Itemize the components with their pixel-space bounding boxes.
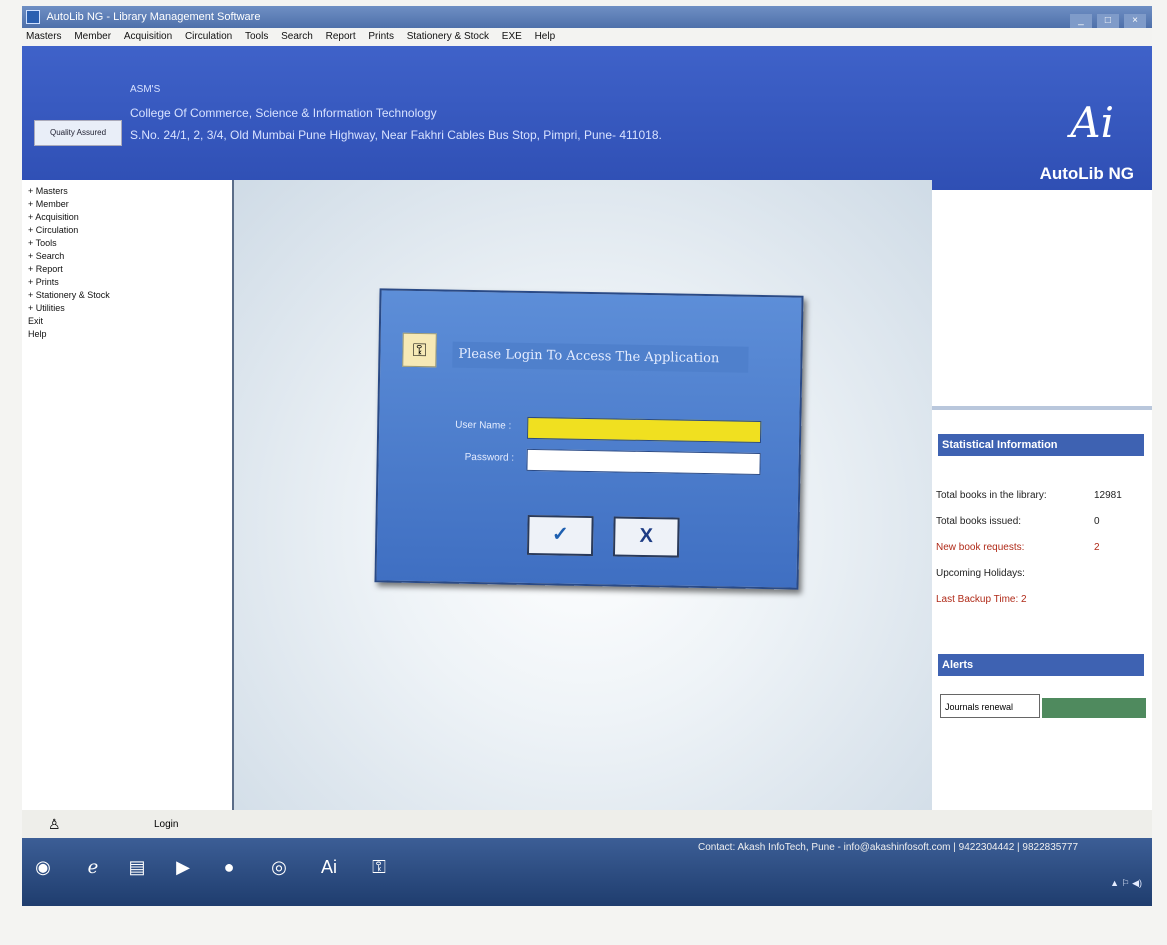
- key-icon: ⚿: [402, 332, 437, 368]
- tree-item-prints[interactable]: + Prints: [28, 277, 232, 290]
- menu-masters[interactable]: Masters: [26, 31, 62, 42]
- stat-holidays: Upcoming Holidays:: [936, 568, 1025, 579]
- minimize-button[interactable]: _: [1069, 14, 1092, 28]
- tree-item-report[interactable]: + Report: [28, 264, 232, 277]
- info-blank-area: [932, 190, 1152, 410]
- tree-item-member[interactable]: + Member: [28, 199, 232, 212]
- start-button-icon[interactable]: ◉: [28, 852, 58, 882]
- close-button[interactable]: ×: [1124, 14, 1146, 28]
- stat-holidays-label: Upcoming Holidays:: [936, 568, 1025, 579]
- title-bar: AutoLib NG - Library Management Software…: [22, 6, 1152, 28]
- tree-item-exit[interactable]: Exit: [28, 316, 232, 329]
- login-ok-button[interactable]: ✓: [526, 514, 594, 557]
- firefox-icon[interactable]: ●: [214, 852, 244, 882]
- menu-circulation[interactable]: Circulation: [185, 31, 232, 42]
- media-player-icon[interactable]: ▶: [168, 852, 198, 882]
- stat-total-books-value: 12981: [1094, 490, 1122, 501]
- navigation-tree: + Masters + Member + Acquisition + Circu…: [22, 180, 234, 810]
- stat-total-books-label: Total books in the library:: [936, 490, 1047, 501]
- autolib-logo-icon: Ai: [1070, 98, 1114, 147]
- tree-item-circulation[interactable]: + Circulation: [28, 225, 232, 238]
- stat-requests: New book requests: 2: [936, 542, 1100, 553]
- login-status-label: Login: [154, 819, 179, 830]
- menu-report[interactable]: Report: [326, 31, 356, 42]
- menu-member[interactable]: Member: [74, 31, 111, 42]
- menu-exe[interactable]: EXE: [502, 31, 522, 42]
- menu-acquisition[interactable]: Acquisition: [124, 31, 172, 42]
- stat-requests-label: New book requests:: [936, 542, 1025, 553]
- key-app-icon[interactable]: ⚿: [364, 852, 394, 882]
- stat-backup-label: Last Backup Time: 2: [936, 594, 1027, 605]
- journals-renewal-tab[interactable]: Journals renewal: [940, 694, 1040, 718]
- stat-issued-value: 0: [1094, 516, 1100, 527]
- alerts-header: Alerts: [938, 654, 1144, 676]
- login-dialog: ⚿ Please Login To Access The Application…: [374, 288, 804, 590]
- stat-issued-label: Total books issued:: [936, 516, 1022, 527]
- username-field[interactable]: [526, 416, 762, 444]
- statistics-header: Statistical Information: [938, 434, 1144, 456]
- stat-issued: Total books issued: 0: [936, 516, 1100, 527]
- folder-icon[interactable]: ▤: [122, 852, 152, 882]
- chrome-icon[interactable]: ◎: [264, 852, 294, 882]
- logo-text: AutoLib NG: [1039, 164, 1134, 183]
- menu-prints[interactable]: Prints: [368, 31, 394, 42]
- login-dialog-title: Please Login To Access The Application: [452, 341, 749, 373]
- institute-address: S.No. 24/1, 2, 3/4, Old Mumbai Pune High…: [130, 128, 662, 142]
- status-bar: ♙ Login: [22, 810, 1152, 838]
- app-icon: [26, 10, 40, 25]
- menu-tools[interactable]: Tools: [245, 31, 268, 42]
- app-window: AutoLib NG - Library Management Software…: [22, 6, 1152, 906]
- ie-browser-icon[interactable]: ℯ: [78, 852, 108, 882]
- stat-total-books: Total books in the library: 12981: [936, 490, 1122, 501]
- main-workspace: ⚿ Please Login To Access The Application…: [234, 180, 932, 810]
- system-tray: ▲ ⚐ ◀): [1110, 878, 1142, 888]
- password-label: Password :: [464, 451, 515, 464]
- menu-stationery[interactable]: Stationery & Stock: [407, 31, 489, 42]
- user-icon: ♙: [48, 816, 61, 832]
- tree-item-acquisition[interactable]: + Acquisition: [28, 212, 232, 225]
- username-label: User Name :: [455, 419, 512, 432]
- contact-info: Contact: Akash InfoTech, Pune - info@aka…: [698, 842, 1079, 853]
- institute-header: ASM'S College Of Commerce, Science & Inf…: [22, 46, 1152, 190]
- tree-item-masters[interactable]: + Masters: [28, 186, 232, 199]
- autolib-task-icon[interactable]: Ai: [314, 852, 344, 882]
- institute-name: College Of Commerce, Science & Informati…: [130, 106, 437, 120]
- login-cancel-button[interactable]: X: [612, 516, 680, 558]
- institute-badge: Quality Assured: [34, 120, 122, 146]
- alerts-indicator: [1042, 698, 1146, 718]
- stat-backup: Last Backup Time: 2: [936, 594, 1027, 605]
- checkmark-icon: ✓: [551, 523, 569, 546]
- tree-item-help[interactable]: Help: [28, 329, 232, 342]
- menu-help[interactable]: Help: [535, 31, 556, 42]
- window-title: AutoLib NG - Library Management Software: [46, 11, 261, 23]
- tree-item-search[interactable]: + Search: [28, 251, 232, 264]
- taskbar: Contact: Akash InfoTech, Pune - info@aka…: [22, 838, 1152, 906]
- institute-short-name: ASM'S: [130, 84, 161, 95]
- cancel-x-icon: X: [639, 524, 654, 548]
- maximize-button[interactable]: □: [1096, 14, 1119, 28]
- tree-item-utilities[interactable]: + Utilities: [28, 303, 232, 316]
- password-field[interactable]: [526, 448, 761, 475]
- menu-bar: Masters Member Acquisition Circulation T…: [22, 28, 1152, 46]
- menu-search[interactable]: Search: [281, 31, 313, 42]
- tree-item-tools[interactable]: + Tools: [28, 238, 232, 251]
- stat-requests-value: 2: [1094, 542, 1100, 553]
- right-info-panel: Statistical Information Total books in t…: [932, 190, 1152, 810]
- tree-item-stationery[interactable]: + Stationery & Stock: [28, 290, 232, 303]
